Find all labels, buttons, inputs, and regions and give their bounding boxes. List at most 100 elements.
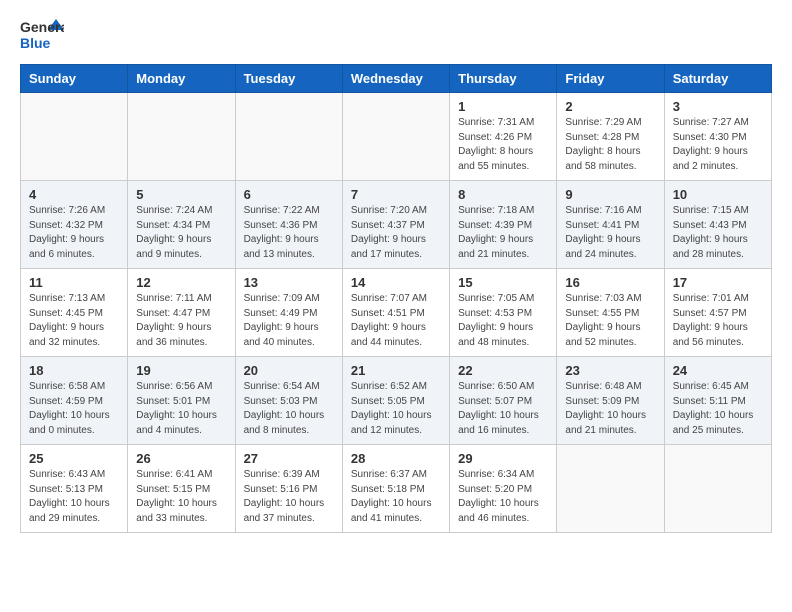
calendar-cell (342, 93, 449, 181)
day-number: 23 (565, 363, 655, 378)
day-number: 5 (136, 187, 226, 202)
weekday-header-saturday: Saturday (664, 65, 771, 93)
day-info: Sunrise: 7:20 AM Sunset: 4:37 PM Dayligh… (351, 204, 441, 262)
calendar-cell: 16 Sunrise: 7:03 AM Sunset: 4:55 PM Dayli… (557, 269, 664, 357)
day-info: Sunrise: 7:27 AM Sunset: 4:30 PM Dayligh… (673, 116, 763, 174)
day-info: Sunrise: 6:56 AM Sunset: 5:01 PM Dayligh… (136, 380, 226, 438)
calendar-cell: 17 Sunrise: 7:01 AM Sunset: 4:57 PM Dayli… (664, 269, 771, 357)
day-number: 20 (244, 363, 334, 378)
day-number: 19 (136, 363, 226, 378)
generalblue-logo-icon: GeneralBlue (20, 16, 64, 54)
day-info: Sunrise: 6:45 AM Sunset: 5:11 PM Dayligh… (673, 380, 763, 438)
calendar-cell: 13 Sunrise: 7:09 AM Sunset: 4:49 PM Dayli… (235, 269, 342, 357)
day-number: 22 (458, 363, 548, 378)
calendar-cell (21, 93, 128, 181)
calendar-week-row: 11 Sunrise: 7:13 AM Sunset: 4:45 PM Dayli… (21, 269, 772, 357)
calendar-cell: 19 Sunrise: 6:56 AM Sunset: 5:01 PM Dayli… (128, 357, 235, 445)
calendar-cell: 6Sunrise: 7:22 AM Sunset: 4:36 PM Daylig… (235, 181, 342, 269)
day-info: Sunrise: 6:50 AM Sunset: 5:07 PM Dayligh… (458, 380, 548, 438)
day-number: 14 (351, 275, 441, 290)
calendar-cell: 14 Sunrise: 7:07 AM Sunset: 4:51 PM Dayli… (342, 269, 449, 357)
calendar-cell: 21 Sunrise: 6:52 AM Sunset: 5:05 PM Dayli… (342, 357, 449, 445)
day-info: Sunrise: 7:01 AM Sunset: 4:57 PM Dayligh… (673, 292, 763, 350)
calendar-cell: 11 Sunrise: 7:13 AM Sunset: 4:45 PM Dayli… (21, 269, 128, 357)
day-number: 29 (458, 451, 548, 466)
calendar-cell: 18 Sunrise: 6:58 AM Sunset: 4:59 PM Dayli… (21, 357, 128, 445)
day-info: Sunrise: 6:58 AM Sunset: 4:59 PM Dayligh… (29, 380, 119, 438)
day-info: Sunrise: 7:18 AM Sunset: 4:39 PM Dayligh… (458, 204, 548, 262)
weekday-header-friday: Friday (557, 65, 664, 93)
calendar-cell (235, 93, 342, 181)
calendar-cell: 25 Sunrise: 6:43 AM Sunset: 5:13 PM Dayli… (21, 445, 128, 533)
day-number: 17 (673, 275, 763, 290)
calendar-cell: 20 Sunrise: 6:54 AM Sunset: 5:03 PM Dayli… (235, 357, 342, 445)
day-number: 9 (565, 187, 655, 202)
day-number: 12 (136, 275, 226, 290)
weekday-header-sunday: Sunday (21, 65, 128, 93)
day-number: 28 (351, 451, 441, 466)
weekday-header-wednesday: Wednesday (342, 65, 449, 93)
day-number: 1 (458, 99, 548, 114)
day-info: Sunrise: 6:37 AM Sunset: 5:18 PM Dayligh… (351, 468, 441, 526)
day-info: Sunrise: 7:29 AM Sunset: 4:28 PM Dayligh… (565, 116, 655, 174)
calendar-cell: 5 Sunrise: 7:24 AM Sunset: 4:34 PM Daylig… (128, 181, 235, 269)
day-number: 8 (458, 187, 548, 202)
day-info: Sunrise: 6:48 AM Sunset: 5:09 PM Dayligh… (565, 380, 655, 438)
calendar-week-row: 18 Sunrise: 6:58 AM Sunset: 4:59 PM Dayli… (21, 357, 772, 445)
day-info: Sunrise: 7:31 AM Sunset: 4:26 PM Dayligh… (458, 116, 548, 174)
day-info: Sunrise: 6:54 AM Sunset: 5:03 PM Dayligh… (244, 380, 334, 438)
day-number: 11 (29, 275, 119, 290)
day-number: 18 (29, 363, 119, 378)
day-info: Sunrise: 6:39 AM Sunset: 5:16 PM Dayligh… (244, 468, 334, 526)
day-number: 10 (673, 187, 763, 202)
weekday-header-row: SundayMondayTuesdayWednesdayThursdayFrid… (21, 65, 772, 93)
day-number: 2 (565, 99, 655, 114)
day-number: 13 (244, 275, 334, 290)
calendar-cell: 3 Sunrise: 7:27 AM Sunset: 4:30 PM Daylig… (664, 93, 771, 181)
calendar-cell: 24 Sunrise: 6:45 AM Sunset: 5:11 PM Dayli… (664, 357, 771, 445)
day-info: Sunrise: 7:05 AM Sunset: 4:53 PM Dayligh… (458, 292, 548, 350)
calendar-table: SundayMondayTuesdayWednesdayThursdayFrid… (20, 64, 772, 533)
calendar-cell: 26Sunrise: 6:41 AM Sunset: 5:15 PM Dayli… (128, 445, 235, 533)
day-info: Sunrise: 7:07 AM Sunset: 4:51 PM Dayligh… (351, 292, 441, 350)
day-info: Sunrise: 6:34 AM Sunset: 5:20 PM Dayligh… (458, 468, 548, 526)
day-info: Sunrise: 6:43 AM Sunset: 5:13 PM Dayligh… (29, 468, 119, 526)
day-number: 25 (29, 451, 119, 466)
svg-text:Blue: Blue (20, 35, 51, 51)
weekday-header-tuesday: Tuesday (235, 65, 342, 93)
calendar-cell: 29 Sunrise: 6:34 AM Sunset: 5:20 PM Dayli… (450, 445, 557, 533)
calendar-cell (128, 93, 235, 181)
day-number: 7 (351, 187, 441, 202)
day-number: 24 (673, 363, 763, 378)
calendar-cell: 2 Sunrise: 7:29 AM Sunset: 4:28 PM Daylig… (557, 93, 664, 181)
calendar-cell: 22 Sunrise: 6:50 AM Sunset: 5:07 PM Dayli… (450, 357, 557, 445)
calendar-week-row: 25 Sunrise: 6:43 AM Sunset: 5:13 PM Dayli… (21, 445, 772, 533)
day-info: Sunrise: 6:52 AM Sunset: 5:05 PM Dayligh… (351, 380, 441, 438)
calendar-week-row: 1 Sunrise: 7:31 AM Sunset: 4:26 PM Daylig… (21, 93, 772, 181)
header: GeneralBlue (20, 16, 772, 54)
svg-text:General: General (20, 19, 64, 35)
day-info: Sunrise: 7:16 AM Sunset: 4:41 PM Dayligh… (565, 204, 655, 262)
day-info: Sunrise: 7:09 AM Sunset: 4:49 PM Dayligh… (244, 292, 334, 350)
calendar-cell: 23 Sunrise: 6:48 AM Sunset: 5:09 PM Dayli… (557, 357, 664, 445)
calendar-cell: 4Sunrise: 7:26 AM Sunset: 4:32 PM Daylig… (21, 181, 128, 269)
day-info: Sunrise: 7:13 AM Sunset: 4:45 PM Dayligh… (29, 292, 119, 350)
weekday-header-monday: Monday (128, 65, 235, 93)
day-info: Sunrise: 7:22 AM Sunset: 4:36 PM Dayligh… (244, 204, 334, 262)
calendar-cell: 27Sunrise: 6:39 AM Sunset: 5:16 PM Dayli… (235, 445, 342, 533)
calendar-cell (664, 445, 771, 533)
day-info: Sunrise: 7:15 AM Sunset: 4:43 PM Dayligh… (673, 204, 763, 262)
calendar-cell: 15 Sunrise: 7:05 AM Sunset: 4:53 PM Dayli… (450, 269, 557, 357)
day-number: 3 (673, 99, 763, 114)
day-number: 16 (565, 275, 655, 290)
calendar-cell: 28 Sunrise: 6:37 AM Sunset: 5:18 PM Dayli… (342, 445, 449, 533)
calendar-cell (557, 445, 664, 533)
calendar-cell: 9 Sunrise: 7:16 AM Sunset: 4:41 PM Daylig… (557, 181, 664, 269)
day-number: 21 (351, 363, 441, 378)
day-number: 15 (458, 275, 548, 290)
day-info: Sunrise: 7:24 AM Sunset: 4:34 PM Dayligh… (136, 204, 226, 262)
calendar-cell: 1 Sunrise: 7:31 AM Sunset: 4:26 PM Daylig… (450, 93, 557, 181)
day-info: Sunrise: 7:03 AM Sunset: 4:55 PM Dayligh… (565, 292, 655, 350)
day-info: Sunrise: 7:26 AM Sunset: 4:32 PM Dayligh… (29, 204, 119, 262)
calendar-cell: 8 Sunrise: 7:18 AM Sunset: 4:39 PM Daylig… (450, 181, 557, 269)
